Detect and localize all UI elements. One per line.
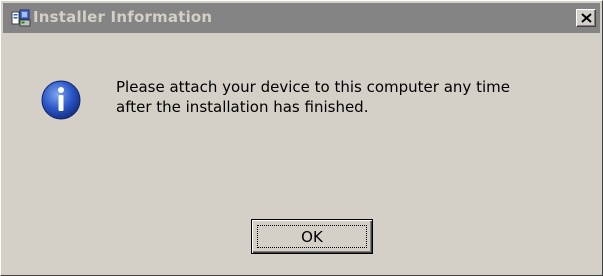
installer-information-dialog: Installer Information Please attach your… <box>0 0 603 276</box>
message-text: Please attach your device to this comput… <box>116 77 576 117</box>
message-line-2: after the installation has finished. <box>116 98 369 116</box>
message-line-1: Please attach your device to this comput… <box>116 78 510 96</box>
window-title: Installer Information <box>33 8 213 26</box>
close-button[interactable] <box>576 9 596 27</box>
title-bar[interactable]: Installer Information <box>3 3 600 33</box>
close-icon <box>581 13 592 23</box>
ok-button[interactable]: OK <box>251 219 373 254</box>
ok-button-label: OK <box>301 227 323 246</box>
installer-icon <box>10 7 32 29</box>
information-icon <box>40 79 82 121</box>
